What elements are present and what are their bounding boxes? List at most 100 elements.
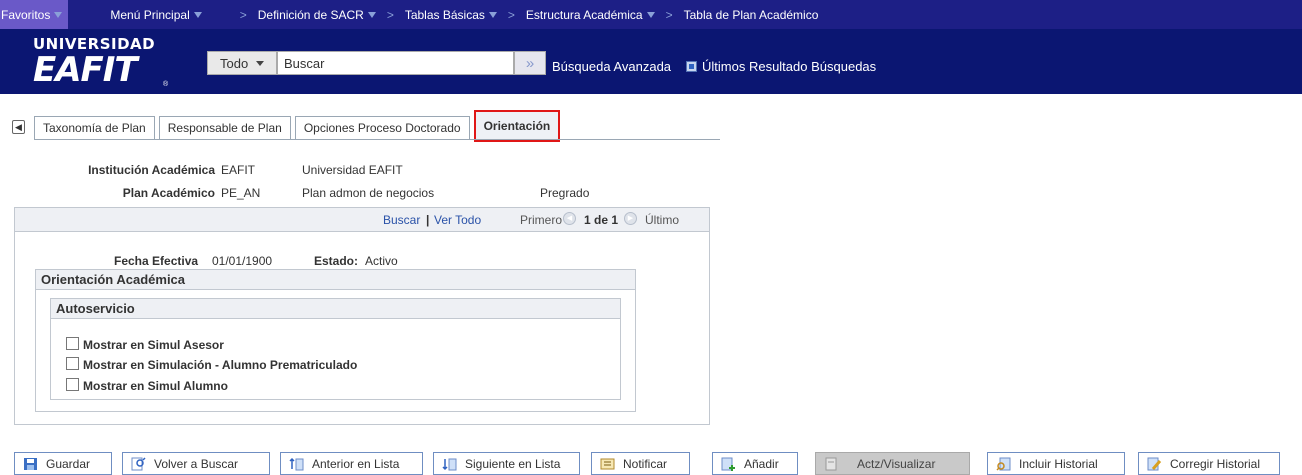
plan-career: Pregrado	[540, 186, 590, 200]
update-display-button[interactable]: Actz/Visualizar	[815, 452, 970, 475]
last-search-results-label: Últimos Resultado Búsquedas	[702, 59, 877, 74]
nav-favoritos[interactable]: Favoritos	[0, 0, 69, 29]
institution-label: Institución Académica	[88, 163, 215, 177]
search-input[interactable]	[277, 51, 514, 75]
tab-opciones-proceso-doctorado[interactable]: Opciones Proceso Doctorado	[294, 116, 470, 139]
tab-label: Taxonomía de Plan	[43, 121, 146, 135]
show-prematric-sim-label: Mostrar en Simulación - Alumno Prematric…	[83, 358, 358, 372]
include-history-button[interactable]: Incluir Historial	[987, 452, 1125, 475]
include-history-icon	[996, 457, 1011, 471]
tab-orientacion[interactable]: Orientación	[473, 110, 561, 142]
logo-main-text: EAFIT	[33, 50, 138, 90]
breadcrumb-separator: >	[386, 7, 394, 22]
return-to-search-button[interactable]: Volver a Buscar	[122, 452, 270, 475]
effective-date-value: 01/01/1900	[212, 254, 273, 268]
previous-in-list-button[interactable]: Anterior en Lista	[280, 452, 423, 475]
status-label: Estado:	[314, 254, 359, 268]
arrow-left-icon: ◀	[15, 122, 22, 132]
notify-icon	[600, 457, 615, 471]
search-scope-label: Todo	[220, 55, 249, 71]
previous-in-list-icon	[289, 457, 304, 471]
logo-registered-mark: ®	[163, 81, 169, 88]
plan-code: PE_AN	[221, 186, 261, 200]
include-history-label: Incluir Historial	[1019, 456, 1098, 471]
grid-last-label: Último	[645, 213, 680, 227]
return-to-search-label: Volver a Buscar	[154, 456, 239, 471]
plan-label: Plan Académico	[122, 186, 215, 200]
tab-label: Opciones Proceso Doctorado	[303, 121, 461, 135]
show-student-sim-label: Mostrar en Simul Alumno	[83, 379, 228, 393]
last-search-results-link[interactable]: Últimos Resultado Búsquedas	[686, 59, 876, 74]
show-advisor-sim-label: Mostrar en Simul Asesor	[83, 338, 224, 352]
top-breadcrumb-nav: Favoritos Menú Principal > Definición de…	[0, 0, 1302, 29]
chevron-down-icon	[367, 11, 376, 18]
tab-divider-line	[34, 139, 720, 140]
show-advisor-sim-checkbox[interactable]	[66, 337, 79, 350]
notify-button[interactable]: Notificar	[591, 452, 690, 475]
next-in-list-icon	[442, 457, 457, 471]
correct-history-icon	[1147, 457, 1162, 471]
save-button[interactable]: Guardar	[14, 452, 112, 475]
show-student-sim-checkbox[interactable]	[66, 378, 79, 391]
double-chevron-right-icon: »	[525, 54, 535, 72]
tab-scroll-left-button[interactable]: ◀	[12, 120, 25, 134]
chevron-down-icon	[54, 11, 63, 18]
nav-favoritos-label: Favoritos	[1, 7, 51, 22]
self-service-title: Autoservicio	[51, 299, 620, 319]
breadcrumb-separator: >	[507, 7, 515, 22]
tab-label: Responsable de Plan	[167, 121, 282, 135]
university-logo: UNIVERSIDAD EAFIT ®	[33, 33, 173, 91]
add-button[interactable]: Añadir	[712, 452, 798, 475]
arrow-left-icon: ◀	[563, 212, 576, 225]
nav-definicion-sacr-label: Definición de SACR	[257, 7, 364, 22]
nav-tabla-plan-academico[interactable]: Tabla de Plan Académico	[684, 8, 819, 22]
grid-search-link[interactable]: Buscar	[383, 213, 420, 227]
grid-view-all-link[interactable]: Ver Todo	[434, 213, 481, 227]
institution-name: Universidad EAFIT	[302, 163, 403, 177]
tab-taxonomia-plan[interactable]: Taxonomía de Plan	[34, 116, 155, 139]
nav-menu-principal[interactable]: Menú Principal	[110, 7, 202, 22]
nav-definicion-sacr[interactable]: Definición de SACR	[258, 8, 376, 22]
grid-divider: |	[426, 213, 430, 227]
search-scope-select[interactable]: Todo	[207, 51, 277, 75]
arrow-right-icon: ▶	[624, 212, 637, 225]
return-search-icon	[131, 456, 146, 471]
next-in-list-button[interactable]: Siguiente en Lista	[433, 452, 580, 475]
status-value: Activo	[365, 254, 398, 268]
search-results-icon	[686, 61, 697, 72]
institution-code: EAFIT	[221, 163, 256, 177]
save-label: Guardar	[46, 456, 91, 471]
breadcrumb-separator: >	[665, 7, 673, 22]
chevron-down-icon	[646, 11, 655, 18]
nav-menu-principal-label: Menú Principal	[110, 7, 190, 22]
nav-tablas-basicas[interactable]: Tablas Básicas	[405, 8, 497, 22]
chevron-down-icon	[488, 11, 497, 18]
grid-first-label: Primero	[520, 213, 563, 227]
correct-history-label: Corregir Historial	[1170, 456, 1261, 471]
update-display-icon	[824, 457, 839, 471]
update-display-label: Actz/Visualizar	[857, 456, 936, 471]
grid-navigation-bar: Buscar | Ver Todo Primero ◀ 1 de 1 ▶ Últ…	[15, 208, 709, 232]
add-label: Añadir	[744, 456, 779, 471]
previous-in-list-label: Anterior en Lista	[312, 456, 400, 471]
tab-label: Orientación	[483, 119, 551, 133]
advanced-search-link[interactable]: Búsqueda Avanzada	[552, 59, 671, 74]
notify-label: Notificar	[623, 456, 668, 471]
add-icon	[721, 457, 736, 471]
grid-count: 1 de 1	[584, 213, 619, 227]
nav-estructura-academica[interactable]: Estructura Académica	[526, 8, 655, 22]
show-prematric-sim-checkbox[interactable]	[66, 357, 79, 370]
breadcrumb-separator: >	[239, 7, 247, 22]
tab-responsable-plan[interactable]: Responsable de Plan	[158, 116, 291, 139]
plan-name: Plan admon de negocios	[302, 186, 435, 200]
nav-tablas-basicas-label: Tablas Básicas	[404, 7, 485, 22]
nav-tabla-plan-academico-label: Tabla de Plan Académico	[683, 7, 819, 22]
correct-history-button[interactable]: Corregir Historial	[1138, 452, 1280, 475]
nav-estructura-academica-label: Estructura Académica	[525, 7, 643, 22]
page-tabs: Taxonomía de Plan Responsable de Plan Op…	[34, 110, 564, 142]
search-go-button[interactable]: »	[514, 51, 546, 75]
header-band: UNIVERSIDAD EAFIT ® Todo » Búsqueda Avan…	[0, 29, 1302, 94]
next-in-list-label: Siguiente en Lista	[465, 456, 561, 471]
academic-orientation-title: Orientación Académica	[36, 270, 635, 290]
chevron-down-icon	[193, 11, 202, 18]
